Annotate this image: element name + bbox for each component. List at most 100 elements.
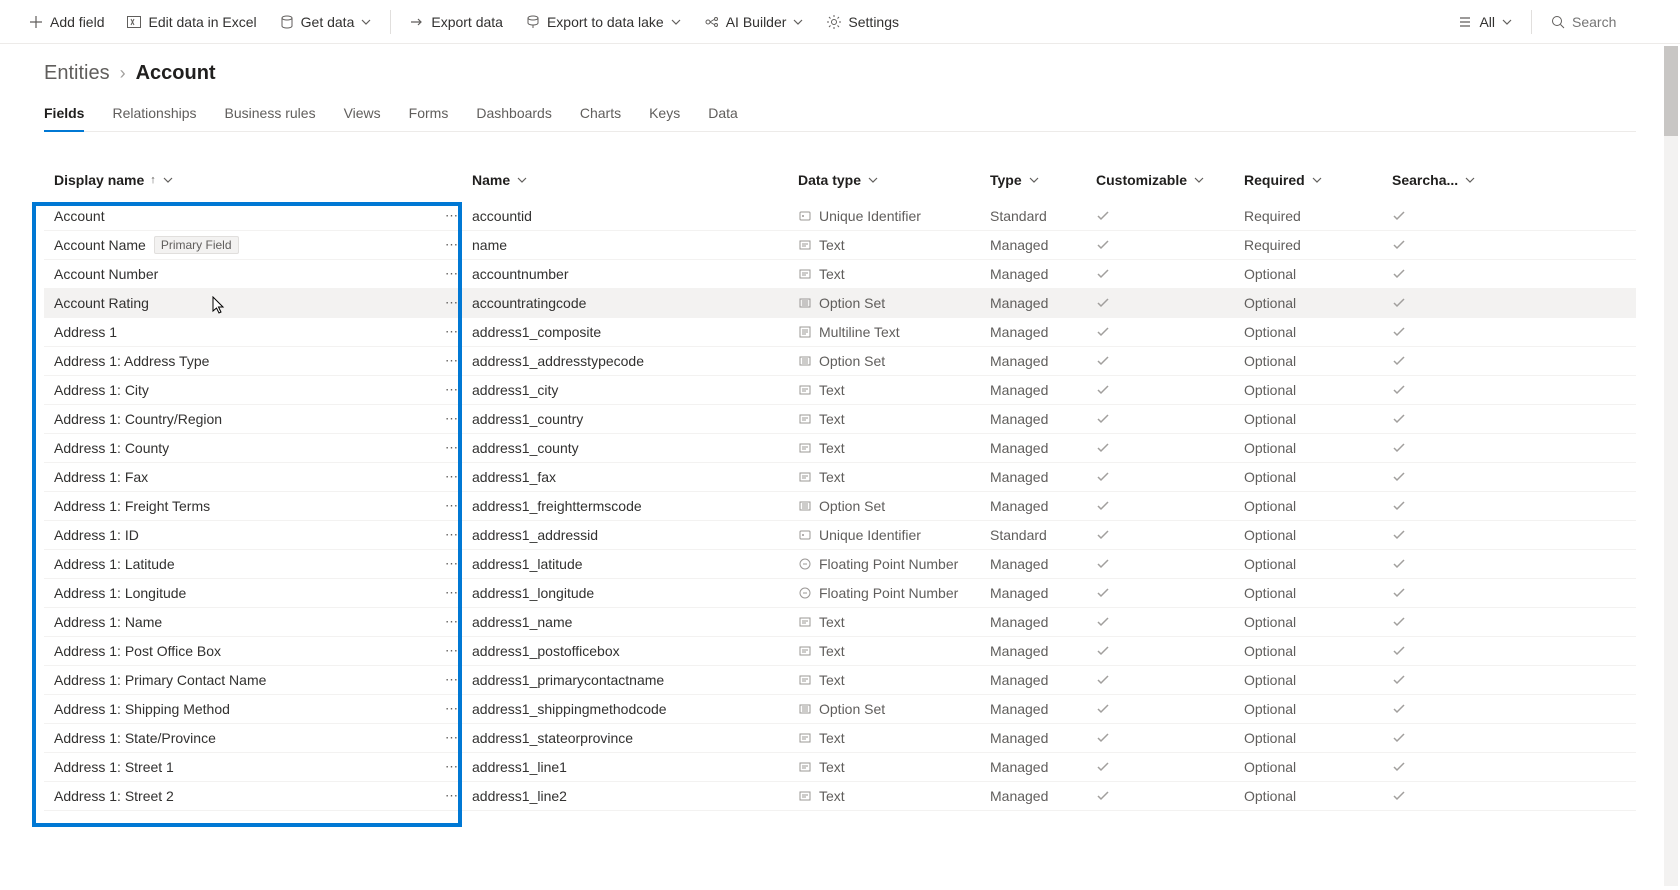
table-row[interactable]: Address 1: Street 2⋯address1_line2TextMa…: [44, 782, 1636, 811]
col-required[interactable]: Required: [1244, 172, 1392, 188]
table-row[interactable]: Address 1: Street 1⋯address1_line1TextMa…: [44, 753, 1636, 782]
field-type: Managed: [990, 469, 1096, 485]
field-schema-name: accountratingcode: [472, 295, 798, 311]
more-actions-button[interactable]: ⋯: [442, 701, 462, 717]
more-actions-button[interactable]: ⋯: [442, 353, 462, 369]
more-actions-button[interactable]: ⋯: [442, 759, 462, 775]
settings-button[interactable]: Settings: [818, 10, 907, 34]
tab-keys[interactable]: Keys: [649, 99, 680, 131]
check-icon: [1096, 267, 1244, 281]
more-actions-button[interactable]: ⋯: [442, 730, 462, 746]
field-customizable: [1096, 731, 1244, 745]
breadcrumb-parent[interactable]: Entities: [44, 62, 110, 85]
table-row[interactable]: Address 1: City⋯address1_cityTextManaged…: [44, 376, 1636, 405]
check-icon: [1392, 296, 1472, 310]
export-datalake-button[interactable]: Export to data lake: [517, 10, 690, 34]
table-row[interactable]: Address 1: County⋯address1_countyTextMan…: [44, 434, 1636, 463]
filter-all-button[interactable]: All: [1449, 10, 1521, 34]
field-searchable: [1392, 586, 1472, 600]
field-required: Optional: [1244, 498, 1392, 514]
plus-icon: [28, 14, 44, 30]
field-display-name: Address 1: Address Type: [54, 353, 209, 369]
field-searchable: [1392, 557, 1472, 571]
table-row[interactable]: Address 1: Post Office Box⋯address1_post…: [44, 637, 1636, 666]
export-data-button[interactable]: Export data: [401, 10, 511, 34]
more-actions-button[interactable]: ⋯: [442, 672, 462, 688]
more-actions-button[interactable]: ⋯: [442, 295, 462, 311]
field-customizable: [1096, 325, 1244, 339]
table-row[interactable]: Address 1: Latitude⋯address1_latitudeFlo…: [44, 550, 1636, 579]
table-row[interactable]: Address 1: Shipping Method⋯address1_ship…: [44, 695, 1636, 724]
field-searchable: [1392, 209, 1472, 223]
scrollbar-track[interactable]: [1664, 46, 1678, 886]
col-type[interactable]: Type: [990, 172, 1096, 188]
table-row[interactable]: Account⋯accountidUnique IdentifierStanda…: [44, 202, 1636, 231]
table-row[interactable]: Account Number⋯accountnumberTextManagedO…: [44, 260, 1636, 289]
col-display-name[interactable]: Display name ↑: [48, 172, 472, 188]
chevron-down-icon: [516, 174, 528, 186]
more-actions-button[interactable]: ⋯: [442, 440, 462, 456]
table-row[interactable]: Address 1: State/Province⋯address1_state…: [44, 724, 1636, 753]
tab-charts[interactable]: Charts: [580, 99, 621, 131]
col-customizable[interactable]: Customizable: [1096, 172, 1244, 188]
field-datatype: Text: [819, 411, 845, 427]
more-actions-button[interactable]: ⋯: [442, 266, 462, 282]
more-actions-button[interactable]: ⋯: [442, 556, 462, 572]
ai-builder-button[interactable]: AI Builder: [696, 10, 813, 34]
more-actions-button[interactable]: ⋯: [442, 208, 462, 224]
table-row[interactable]: Address 1: Country/Region⋯address1_count…: [44, 405, 1636, 434]
table-row[interactable]: Address 1: ID⋯address1_addressidUnique I…: [44, 521, 1636, 550]
more-actions-button[interactable]: ⋯: [442, 237, 462, 253]
add-field-button[interactable]: Add field: [20, 10, 112, 34]
more-actions-button[interactable]: ⋯: [442, 788, 462, 804]
field-type: Standard: [990, 208, 1096, 224]
field-customizable: [1096, 441, 1244, 455]
chevron-down-icon: [1193, 174, 1205, 186]
tab-data[interactable]: Data: [708, 99, 738, 131]
scrollbar-thumb[interactable]: [1664, 46, 1678, 136]
edit-excel-button[interactable]: Edit data in Excel: [118, 10, 264, 34]
check-icon: [1096, 470, 1244, 484]
col-data-type[interactable]: Data type: [798, 172, 990, 188]
field-required: Optional: [1244, 411, 1392, 427]
field-searchable: [1392, 325, 1472, 339]
field-required: Optional: [1244, 730, 1392, 746]
datatype-icon: [798, 383, 812, 397]
table-row[interactable]: Account Rating⋯accountratingcodeOption S…: [44, 289, 1636, 318]
field-customizable: [1096, 789, 1244, 803]
col-name[interactable]: Name: [472, 172, 798, 188]
table-row[interactable]: Address 1: Address Type⋯address1_address…: [44, 347, 1636, 376]
field-searchable: [1392, 702, 1472, 716]
tab-dashboards[interactable]: Dashboards: [476, 99, 552, 131]
more-actions-button[interactable]: ⋯: [442, 411, 462, 427]
get-data-button[interactable]: Get data: [271, 10, 381, 34]
tab-fields[interactable]: Fields: [44, 99, 84, 131]
table-row[interactable]: Address 1: Name⋯address1_nameTextManaged…: [44, 608, 1636, 637]
table-row[interactable]: Address 1: Freight Terms⋯address1_freigh…: [44, 492, 1636, 521]
tab-business-rules[interactable]: Business rules: [225, 99, 316, 131]
more-actions-button[interactable]: ⋯: [442, 324, 462, 340]
table-row[interactable]: Account NamePrimary Field⋯nameTextManage…: [44, 231, 1636, 260]
tab-views[interactable]: Views: [344, 99, 381, 131]
field-customizable: [1096, 383, 1244, 397]
more-actions-button[interactable]: ⋯: [442, 382, 462, 398]
more-actions-button[interactable]: ⋯: [442, 527, 462, 543]
datatype-icon: [798, 789, 812, 803]
field-searchable: [1392, 383, 1472, 397]
field-searchable: [1392, 296, 1472, 310]
more-actions-button[interactable]: ⋯: [442, 585, 462, 601]
more-actions-button[interactable]: ⋯: [442, 469, 462, 485]
table-row[interactable]: Address 1: Primary Contact Name⋯address1…: [44, 666, 1636, 695]
table-row[interactable]: Address 1: Longitude⋯address1_longitudeF…: [44, 579, 1636, 608]
more-actions-button[interactable]: ⋯: [442, 643, 462, 659]
more-actions-button[interactable]: ⋯: [442, 614, 462, 630]
table-row[interactable]: Address 1⋯address1_compositeMultiline Te…: [44, 318, 1636, 347]
chevron-down-icon: [1311, 174, 1323, 186]
col-searchable[interactable]: Searcha...: [1392, 172, 1472, 188]
tab-relationships[interactable]: Relationships: [112, 99, 196, 131]
tab-forms[interactable]: Forms: [409, 99, 449, 131]
search-input[interactable]: [1572, 14, 1652, 30]
table-row[interactable]: Address 1: Fax⋯address1_faxTextManagedOp…: [44, 463, 1636, 492]
more-actions-button[interactable]: ⋯: [442, 498, 462, 514]
search-box[interactable]: [1542, 10, 1660, 34]
